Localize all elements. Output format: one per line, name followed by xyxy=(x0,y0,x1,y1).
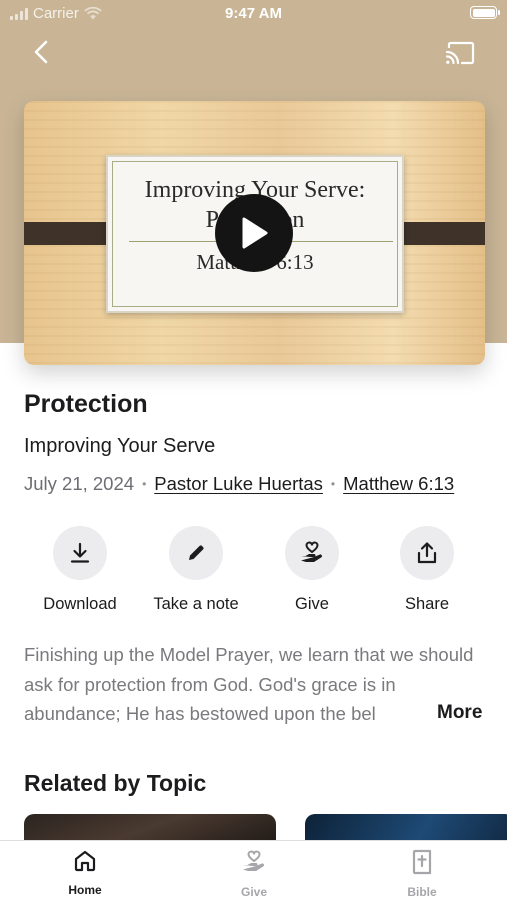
tab-home[interactable]: Home xyxy=(25,849,145,897)
share-label: Share xyxy=(404,595,450,613)
tab-give-label: Give xyxy=(240,885,267,899)
separator-dot: • xyxy=(330,477,336,491)
download-icon xyxy=(70,542,90,563)
tab-bar: Home Give Bible xyxy=(0,840,507,900)
sermon-series: Improving Your Serve xyxy=(24,435,216,457)
chevron-left-icon xyxy=(34,40,48,64)
download-button[interactable]: Download xyxy=(20,526,140,614)
share-button[interactable]: Share xyxy=(367,526,487,614)
battery-icon xyxy=(470,6,500,19)
sermon-title: Protection xyxy=(24,390,148,418)
tab-home-label: Home xyxy=(68,883,102,897)
related-section-title: Related by Topic xyxy=(24,770,207,796)
give-heart-hand-icon xyxy=(301,541,322,562)
take-note-label: Take a note xyxy=(153,595,239,613)
action-row: Download Take a note Give Share xyxy=(0,526,507,616)
video-player[interactable]: Improving Your Serve: Protection Matthew… xyxy=(24,101,485,365)
tab-give[interactable]: Give xyxy=(194,849,314,899)
more-button[interactable]: More xyxy=(437,702,482,724)
play-icon xyxy=(242,217,268,249)
speaker-link[interactable]: Pastor Luke Huertas xyxy=(154,473,323,495)
back-button[interactable] xyxy=(26,36,56,68)
play-button[interactable] xyxy=(215,194,293,272)
separator-dot: • xyxy=(142,477,147,491)
thumbnail-band-right xyxy=(394,222,485,245)
take-note-button[interactable]: Take a note xyxy=(136,526,256,614)
bible-icon xyxy=(412,849,432,875)
give-label: Give xyxy=(295,595,329,613)
tab-bible-label: Bible xyxy=(407,885,437,899)
sermon-date: July 21, 2024 xyxy=(24,473,135,494)
download-label: Download xyxy=(43,595,117,613)
cast-button[interactable] xyxy=(443,38,477,68)
share-icon xyxy=(417,542,437,564)
tab-bible[interactable]: Bible xyxy=(362,849,482,899)
home-icon xyxy=(74,850,96,872)
sermon-meta: July 21, 2024 • Pastor Luke Huertas • Ma… xyxy=(24,473,454,495)
thumbnail-band-left xyxy=(24,222,116,245)
cast-icon xyxy=(445,41,475,65)
scripture-link[interactable]: Matthew 6:13 xyxy=(343,473,454,495)
give-heart-hand-icon xyxy=(243,850,264,871)
status-bar: Carrier 9:47 AM xyxy=(0,0,507,28)
status-time: 9:47 AM xyxy=(225,5,282,22)
pencil-icon xyxy=(189,545,204,560)
give-button[interactable]: Give xyxy=(252,526,372,614)
